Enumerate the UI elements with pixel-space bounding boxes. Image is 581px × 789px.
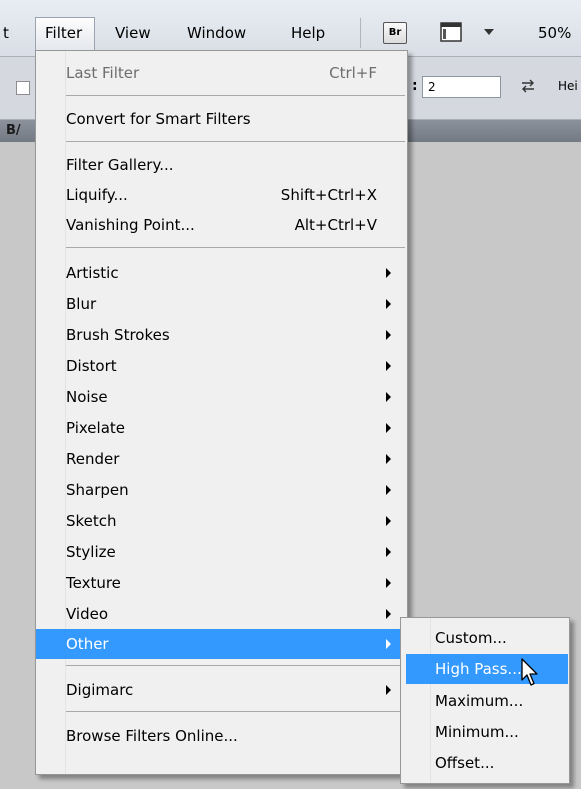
menu-item-label: Other xyxy=(66,635,109,653)
document-tab[interactable]: B/ xyxy=(6,123,21,138)
menubar-separator xyxy=(360,18,361,48)
menu-item-label: Liquify... xyxy=(66,186,128,204)
submenu-arrow-icon xyxy=(386,299,391,309)
submenu-item-high-pass[interactable]: High Pass... xyxy=(406,654,568,684)
submenu-arrow-icon xyxy=(386,578,391,588)
menu-item-label: Artistic xyxy=(66,264,119,282)
menu-item-label: Filter Gallery... xyxy=(66,156,174,174)
dropdown-arrow-icon[interactable] xyxy=(484,29,494,36)
submenu-arrow-icon xyxy=(386,423,391,433)
menu-item-convert-smart-filters[interactable]: Convert for Smart Filters xyxy=(36,104,407,134)
menu-item-label: Blur xyxy=(66,295,97,313)
menu-item-label: Minimum... xyxy=(435,723,519,741)
menu-separator xyxy=(66,665,405,666)
submenu-arrow-icon xyxy=(386,516,391,526)
option-height-label: Hei xyxy=(558,79,578,93)
option-checkbox[interactable] xyxy=(16,81,30,95)
menu-item-label: Stylize xyxy=(66,543,116,561)
menu-item-label: Convert for Smart Filters xyxy=(66,110,251,128)
option-value-field[interactable]: 2 xyxy=(422,76,501,98)
menu-item-liquify[interactable]: Liquify... Shift+Ctrl+X xyxy=(36,180,407,210)
menu-help[interactable]: Help xyxy=(291,23,325,43)
menu-separator xyxy=(66,711,405,712)
submenu-arrow-icon xyxy=(386,392,391,402)
menu-item-sharpen[interactable]: Sharpen xyxy=(36,475,407,505)
submenu-arrow-icon xyxy=(386,547,391,557)
submenu-item-minimum[interactable]: Minimum... xyxy=(401,717,569,747)
menu-separator xyxy=(66,141,405,142)
menu-item-label: Distort xyxy=(66,357,117,375)
zoom-level[interactable]: 50% xyxy=(538,23,571,43)
menu-item-label: Maximum... xyxy=(435,692,524,710)
menu-item-label: Video xyxy=(66,605,109,623)
menu-item-label: Vanishing Point... xyxy=(66,216,195,234)
menu-window[interactable]: Window xyxy=(187,23,246,43)
menu-item-shortcut: Shift+Ctrl+X xyxy=(280,186,377,204)
submenu-item-custom[interactable]: Custom... xyxy=(401,623,569,653)
menu-item-pixelate[interactable]: Pixelate xyxy=(36,413,407,443)
submenu-arrow-icon xyxy=(386,454,391,464)
menu-item-stylize[interactable]: Stylize xyxy=(36,537,407,567)
menubar: t Filter View Window Help Br 50% xyxy=(0,0,581,57)
other-submenu: Custom... High Pass... Maximum... Minimu… xyxy=(400,617,570,784)
menu-item-shortcut: Alt+Ctrl+V xyxy=(294,216,377,234)
menu-item-digimarc[interactable]: Digimarc xyxy=(36,675,407,705)
menu-separator xyxy=(66,95,405,96)
menu-item-other[interactable]: Other xyxy=(36,629,407,659)
menu-item-partial[interactable]: t xyxy=(3,23,9,43)
menu-view[interactable]: View xyxy=(115,23,151,43)
menu-item-label: Custom... xyxy=(435,629,507,647)
screen-mode-icon[interactable] xyxy=(440,22,462,42)
menu-item-label: Sharpen xyxy=(66,481,129,499)
bridge-button[interactable]: Br xyxy=(383,22,407,44)
submenu-arrow-icon xyxy=(386,685,391,695)
submenu-item-maximum[interactable]: Maximum... xyxy=(401,686,569,716)
submenu-arrow-icon xyxy=(386,268,391,278)
submenu-arrow-icon xyxy=(386,361,391,371)
menu-item-video[interactable]: Video xyxy=(36,599,407,629)
menu-item-label: Offset... xyxy=(435,754,495,772)
menu-item-label: Last Filter xyxy=(66,64,140,82)
menu-filter[interactable]: Filter xyxy=(45,23,82,43)
menu-item-label: Render xyxy=(66,450,120,468)
menu-item-distort[interactable]: Distort xyxy=(36,351,407,381)
menu-item-blur[interactable]: Blur xyxy=(36,289,407,319)
menu-item-texture[interactable]: Texture xyxy=(36,568,407,598)
menu-item-last-filter: Last Filter Ctrl+F xyxy=(36,58,407,88)
menu-item-label: Browse Filters Online... xyxy=(66,727,238,745)
menu-item-label: Brush Strokes xyxy=(66,326,170,344)
submenu-item-offset[interactable]: Offset... xyxy=(401,748,569,778)
swap-icon[interactable] xyxy=(520,79,536,93)
menu-item-label: Texture xyxy=(66,574,121,592)
option-label-colon: : xyxy=(412,78,418,94)
menu-item-noise[interactable]: Noise xyxy=(36,382,407,412)
submenu-arrow-icon xyxy=(386,639,391,649)
menu-item-label: Pixelate xyxy=(66,419,125,437)
menu-item-vanishing-point[interactable]: Vanishing Point... Alt+Ctrl+V xyxy=(36,210,407,240)
submenu-arrow-icon xyxy=(386,485,391,495)
menu-item-label: Sketch xyxy=(66,512,117,530)
menu-item-label: Noise xyxy=(66,388,108,406)
submenu-arrow-icon xyxy=(386,609,391,619)
mouse-cursor-icon xyxy=(521,658,538,686)
menu-item-label: High Pass... xyxy=(435,660,522,678)
menu-item-shortcut: Ctrl+F xyxy=(329,64,377,82)
menu-item-artistic[interactable]: Artistic xyxy=(36,258,407,288)
menu-item-brush-strokes[interactable]: Brush Strokes xyxy=(36,320,407,350)
menu-separator xyxy=(66,247,405,248)
menu-item-label: Digimarc xyxy=(66,681,134,699)
menu-item-sketch[interactable]: Sketch xyxy=(36,506,407,536)
menu-item-browse-filters-online[interactable]: Browse Filters Online... xyxy=(36,721,407,751)
submenu-arrow-icon xyxy=(386,330,391,340)
menu-item-render[interactable]: Render xyxy=(36,444,407,474)
filter-menu: Last Filter Ctrl+F Convert for Smart Fil… xyxy=(35,50,408,775)
menu-item-filter-gallery[interactable]: Filter Gallery... xyxy=(36,150,407,180)
